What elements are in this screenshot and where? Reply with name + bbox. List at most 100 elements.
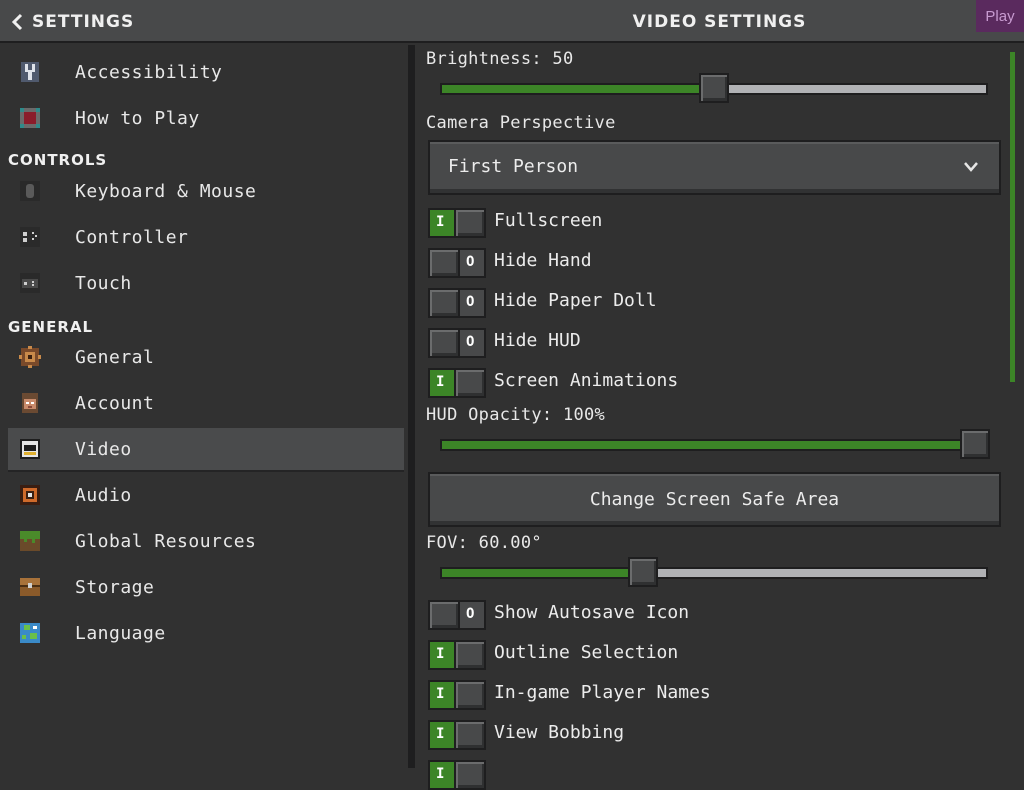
hide-paper-doll-toggle[interactable]: O — [428, 288, 486, 318]
sidebar-item-label: How to Play — [75, 107, 200, 129]
sidebar-item-label: General — [75, 346, 155, 368]
sidebar-item-label: Controller — [75, 226, 189, 248]
gear-icon — [18, 345, 42, 369]
toggle-on-mark: I — [436, 646, 445, 662]
slider-fill — [442, 441, 986, 449]
slider-handle[interactable] — [699, 73, 729, 103]
sidebar-item-label: Accessibility — [75, 61, 223, 83]
change-screen-safe-area-button[interactable]: Change Screen Safe Area — [428, 472, 1001, 527]
camera-perspective-dropdown[interactable]: First Person — [428, 140, 1001, 195]
sidebar-item-video[interactable]: Video — [8, 428, 404, 472]
toggle-label: Show Autosave Icon — [494, 602, 690, 623]
dropdown-value: First Person — [448, 156, 579, 177]
sidebar-item-touch[interactable]: Touch — [8, 261, 404, 305]
toggle-knob — [454, 680, 486, 710]
section-header-controls: CONTROLS — [8, 151, 108, 169]
sidebar-item-accessibility[interactable]: Accessibility — [8, 50, 404, 94]
sidebar-item-storage[interactable]: Storage — [8, 565, 404, 609]
audio-icon — [18, 483, 42, 507]
book-icon — [18, 106, 42, 130]
sidebar-item-account[interactable]: Account — [8, 381, 404, 425]
sidebar-item-label: Storage — [75, 576, 155, 598]
screen-animations-toggle[interactable]: I — [428, 368, 486, 398]
sidebar-item-label: Touch — [75, 272, 132, 294]
touch-icon — [18, 271, 42, 295]
section-header-general: GENERAL — [8, 318, 94, 336]
slider-fill — [442, 569, 643, 577]
sidebar-item-label: Audio — [75, 484, 132, 506]
toggle-on-mark: I — [436, 686, 445, 702]
toggle-off-mark: O — [466, 606, 475, 622]
hide-hand-toggle[interactable]: O — [428, 248, 486, 278]
toggle-knob — [454, 640, 486, 670]
toggle-knob — [428, 328, 460, 358]
sidebar-item-global-resources[interactable]: Global Resources — [8, 519, 404, 563]
sidebar-item-label: Global Resources — [75, 530, 257, 552]
sidebar-item-audio[interactable]: Audio — [8, 473, 404, 517]
chevron-down-icon — [964, 162, 978, 172]
slider-fill — [442, 85, 714, 93]
sidebar-item-how-to-play[interactable]: How to Play — [8, 96, 404, 140]
toggle-on-mark: I — [436, 374, 445, 390]
toggle-label: View Bobbing — [494, 722, 625, 743]
chevron-left-icon — [11, 13, 23, 31]
account-icon — [18, 391, 42, 415]
in-game-player-names-toggle[interactable]: I — [428, 680, 486, 710]
toggle-knob — [428, 600, 460, 630]
toggle-knob — [454, 368, 486, 398]
hud-opacity-slider[interactable] — [440, 429, 990, 459]
video-icon — [18, 437, 42, 461]
sidebar-item-label: Language — [75, 622, 166, 644]
toggle-label: In-game Player Names — [494, 682, 711, 703]
hide-hud-toggle[interactable]: O — [428, 328, 486, 358]
brightness-slider[interactable] — [440, 73, 988, 103]
header-bar: SETTINGS VIDEO SETTINGS Play — [0, 0, 1024, 43]
mouse-icon — [18, 179, 42, 203]
toggle-on-mark: I — [436, 726, 445, 742]
sidebar-item-language[interactable]: Language — [8, 611, 404, 655]
hud-opacity-label: HUD Opacity: 100% — [426, 405, 606, 425]
globe-icon — [18, 621, 42, 645]
slider-handle[interactable] — [628, 557, 658, 587]
sidebar-item-general[interactable]: General — [8, 335, 404, 379]
toggle-knob — [454, 720, 486, 750]
toggle-label: Hide Paper Doll — [494, 290, 657, 311]
toggle-knob — [454, 208, 486, 238]
fov-slider[interactable] — [440, 557, 988, 587]
view-bobbing-toggle[interactable]: I — [428, 720, 486, 750]
toggle-on-mark: I — [436, 766, 445, 782]
toggle-off-mark: O — [466, 294, 475, 310]
sidebar-item-label: Account — [75, 392, 155, 414]
sidebar-item-keyboard-mouse[interactable]: Keyboard & Mouse — [8, 169, 404, 213]
sidebar-item-label: Keyboard & Mouse — [75, 180, 257, 202]
toggle-knob — [428, 248, 460, 278]
chest-icon — [18, 575, 42, 599]
wrench-icon — [18, 60, 42, 84]
toggle-label: Outline Selection — [494, 642, 679, 663]
page-title: VIDEO SETTINGS — [632, 11, 807, 32]
toggle-knob — [454, 760, 486, 790]
show-autosave-icon-toggle[interactable]: O — [428, 600, 486, 630]
partial-toggle[interactable]: I — [428, 760, 486, 790]
back-label: SETTINGS — [32, 12, 135, 32]
brightness-label: Brightness: 50 — [426, 49, 574, 69]
outline-selection-toggle[interactable]: I — [428, 640, 486, 670]
toggle-off-mark: O — [466, 254, 475, 270]
toggle-label: Fullscreen — [494, 210, 603, 231]
toggle-on-mark: I — [436, 214, 445, 230]
fullscreen-toggle[interactable]: I — [428, 208, 486, 238]
fov-label: FOV: 60.00° — [426, 533, 542, 553]
camera-perspective-label: Camera Perspective — [426, 113, 616, 133]
slider-handle[interactable] — [960, 429, 990, 459]
toggle-knob — [428, 288, 460, 318]
play-badge[interactable]: Play — [976, 0, 1024, 32]
back-button[interactable]: SETTINGS — [10, 6, 134, 38]
sidebar-item-controller[interactable]: Controller — [8, 215, 404, 259]
toggle-label: Screen Animations — [494, 370, 679, 391]
controller-icon — [18, 225, 42, 249]
toggle-off-mark: O — [466, 334, 475, 350]
grass-block-icon — [18, 529, 42, 553]
toggle-label: Hide HUD — [494, 330, 581, 351]
scrollbar-thumb[interactable] — [1010, 52, 1015, 382]
toggle-label: Hide Hand — [494, 250, 592, 271]
